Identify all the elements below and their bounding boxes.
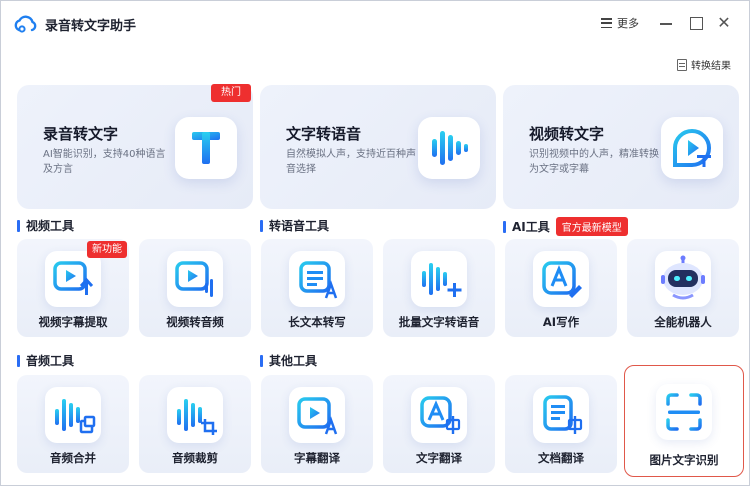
tool-long-text-transcribe[interactable]: 长文本转写 (261, 239, 373, 337)
minimize-button[interactable] (657, 14, 675, 32)
ai-writing-icon (533, 251, 589, 307)
title-bar: 录音转文字助手 更多 ✕ (1, 1, 749, 45)
tool-label: 字幕翻译 (294, 451, 340, 465)
tool-image-text-recognition[interactable]: 图片文字识别 (624, 365, 744, 477)
tool-label: 全能机器人 (654, 315, 712, 329)
tool-label: 文档翻译 (538, 451, 584, 465)
tool-video-to-audio[interactable]: 视频转音频 (139, 239, 251, 337)
tool-label: 音频合并 (50, 451, 96, 465)
tool-label: 音频裁剪 (172, 451, 218, 465)
cloud-logo-icon (14, 15, 37, 33)
more-menu-button[interactable]: 更多 (601, 14, 639, 32)
video-subtitle-icon (45, 251, 101, 307)
audio-cut-icon (167, 387, 223, 443)
doc-translate-icon (533, 387, 589, 443)
robot-icon (655, 251, 711, 307)
feature-desc: AI智能识别，支持40种语言及方言 (43, 149, 166, 175)
long-text-icon (289, 251, 345, 307)
tool-label: 文字翻译 (416, 451, 462, 465)
new-feature-badge: 新功能 (87, 241, 127, 258)
menu-icon (601, 18, 612, 28)
feature-title: 文字转语音 (286, 125, 362, 143)
tool-ai-writing[interactable]: AI写作 (505, 239, 617, 337)
conversion-result-label: 转换结果 (691, 61, 731, 72)
tool-text-translate[interactable]: 文字翻译 (383, 375, 495, 473)
official-model-badge: 官方最新模型 (555, 217, 628, 236)
feature-title: 视频转文字 (529, 125, 605, 143)
tool-audio-cut[interactable]: 音频裁剪 (139, 375, 251, 473)
section-speech-tools: 转语音工具 (260, 217, 329, 234)
image-ocr-icon (656, 384, 712, 440)
maximize-button[interactable] (687, 14, 705, 32)
feature-card-text-to-speech[interactable]: 文字转语音 自然模拟人声，支持近百种声音选择 (260, 85, 496, 209)
letter-t-icon (175, 117, 237, 179)
hot-badge: 热门 (211, 84, 251, 102)
app-title: 录音转文字助手 (45, 19, 137, 34)
feature-desc: 自然模拟人声，支持近百种声音选择 (286, 149, 416, 175)
video-text-icon (661, 117, 723, 179)
document-icon (677, 58, 687, 71)
batch-tts-icon (411, 251, 467, 307)
video-audio-icon (167, 251, 223, 307)
tool-audio-merge[interactable]: 音频合并 (17, 375, 129, 473)
tool-label: 图片文字识别 (649, 453, 719, 467)
subtitle-translate-icon (289, 387, 345, 443)
tool-label: 批量文字转语音 (398, 315, 480, 329)
more-label: 更多 (617, 17, 639, 30)
tool-all-round-robot[interactable]: 全能机器人 (627, 239, 739, 337)
section-ai-tools: AI工具 官方最新模型 (503, 217, 628, 236)
section-other-tools: 其他工具 (260, 352, 317, 369)
tool-batch-text-to-speech[interactable]: 批量文字转语音 (383, 239, 495, 337)
close-button[interactable]: ✕ (715, 14, 733, 32)
tool-document-translate[interactable]: 文档翻译 (505, 375, 617, 473)
tool-label: 视频字幕提取 (38, 315, 108, 329)
section-video-tools: 视频工具 (17, 217, 74, 234)
feature-title: 录音转文字 (43, 125, 119, 143)
tool-label: AI写作 (542, 315, 580, 329)
text-translate-icon (411, 387, 467, 443)
feature-card-audio-to-text[interactable]: 录音转文字 AI智能识别，支持40种语言及方言 (17, 85, 253, 209)
tool-label: 长文本转写 (288, 315, 346, 329)
tool-label: 视频转音频 (166, 315, 224, 329)
sound-wave-icon (418, 117, 480, 179)
tool-subtitle-translate[interactable]: 字幕翻译 (261, 375, 373, 473)
audio-merge-icon (45, 387, 101, 443)
feature-card-video-to-text[interactable]: 视频转文字 识别视频中的人声，精准转换为文字或字幕 (503, 85, 739, 209)
feature-desc: 识别视频中的人声，精准转换为文字或字幕 (529, 149, 659, 175)
app-window: 录音转文字助手 更多 ✕ 转换结果 录音转文字 AI智能识别，支持40种语言及方… (0, 0, 750, 486)
section-audio-tools: 音频工具 (17, 352, 74, 369)
conversion-result-button[interactable]: 转换结果 (677, 57, 731, 72)
